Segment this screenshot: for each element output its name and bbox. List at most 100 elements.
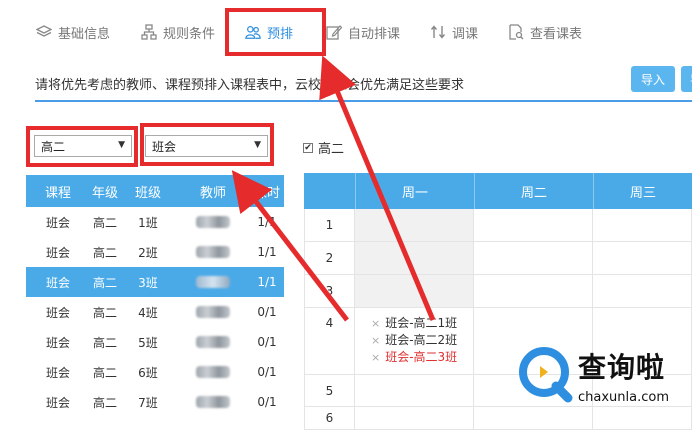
period-row: 3 [304,275,692,308]
watermark-logo: 查询啦 chaxunla.com [516,342,692,412]
cell-class: 5班 [138,335,158,350]
cell-class: 1班 [138,215,158,230]
entry-text: 班会-高二2班 [385,333,458,347]
cell-grade: 高二 [92,335,117,350]
schedule-cell[interactable] [474,242,593,274]
schedule-cell[interactable] [474,209,593,241]
tab-basic-info[interactable]: 基础信息 [36,20,110,44]
schedule-cell[interactable]: × 班会-高二1班 × 班会-高二2班 × 班会-高二3班 [355,308,474,374]
schedule-cell[interactable] [355,275,474,307]
cell-grade: 高二 [92,245,117,260]
course-select-highlight [140,123,274,166]
cell-teacher [176,246,250,258]
schedule-cell[interactable] [593,275,692,307]
blurred-teacher-name [196,336,230,348]
description-bar: 请将优先考虑的教师、课程预排入课程表中，云校排课会优先满足这些要求 导入 导 [35,62,692,102]
cell-grade: 高二 [92,305,117,320]
cell-course: 班会 [45,305,70,320]
cell-hours: 1/1 [257,245,277,259]
period-row: 1 [304,209,692,242]
cell-hours: 1/1 [257,215,277,229]
scheduled-entries: × 班会-高二1班 × 班会-高二2班 × 班会-高二3班 [371,315,457,366]
day-header-wed: 周三 [593,173,692,209]
cell-teacher [176,366,250,378]
tab-label: 基础信息 [58,26,111,42]
remove-icon[interactable]: × [371,315,380,332]
sitemap-icon [141,24,157,40]
table-row[interactable]: 班会 高二 6班 0/1 [26,357,284,387]
cell-hours: 0/1 [257,395,277,409]
blurred-teacher-name [196,396,230,408]
cell-class: 6班 [138,365,158,380]
blurred-teacher-name [196,246,230,258]
cell-class: 2班 [138,245,158,260]
header-hours: 课时 [253,185,280,201]
scheduled-entry: × 班会-高二2班 [371,332,457,349]
table-row[interactable]: 班会 高二 5班 0/1 [26,327,284,357]
cell-hours: 0/1 [257,335,277,349]
checkbox-label: 高二 [318,142,345,157]
header-course: 课程 [44,185,71,201]
table-row[interactable]: 班会 高二 4班 0/1 [26,297,284,327]
watermark-text-cn: 查询啦 [578,351,666,384]
search-q-logo-icon [519,347,573,403]
header-teacher: 教师 [199,185,226,201]
cell-grade: 高二 [92,275,117,290]
schedule-cell[interactable] [593,242,692,274]
checkbox-checked-icon[interactable]: ✔ [303,142,313,153]
tab-view-schedule[interactable]: 查看课表 [508,20,582,44]
blurred-teacher-name [196,366,230,378]
cell-class: 3班 [138,275,158,290]
tab-auto-schedule[interactable]: 自动排课 [326,20,400,44]
tab-label: 规则条件 [163,26,216,42]
cell-course: 班会 [45,395,70,410]
table-row[interactable]: 班会 高二 1班 1/1 [26,207,284,237]
header-class: 班级 [134,185,161,201]
schedule-cell[interactable] [474,275,593,307]
tab-label: 查看课表 [530,26,583,42]
schedule-cell[interactable] [593,209,692,241]
cell-course: 班会 [45,245,70,260]
tab-rules[interactable]: 规则条件 [141,20,215,44]
cell-hours: 0/1 [257,365,277,379]
entry-text: 班会-高二3班 [385,350,458,364]
table-row[interactable]: 班会 高二 7班 0/1 [26,387,284,417]
cell-course: 班会 [45,335,70,350]
grade-checkbox[interactable]: ✔ 高二 [303,138,344,157]
tab-bar: 基础信息 规则条件 预排 自动排课 调课 查看课表 [0,0,692,62]
cell-teacher [176,276,250,288]
remove-icon[interactable]: × [371,332,380,349]
edit-icon [326,24,342,40]
tab-label: 自动排课 [348,26,401,42]
period-number: 1 [304,209,355,241]
table-row-selected[interactable]: 班会 高二 3班 1/1 [26,267,284,297]
day-header-mon: 周一 [355,173,474,209]
remove-icon[interactable]: × [371,349,380,366]
swap-icon [430,24,446,40]
blurred-teacher-name [196,216,230,228]
grade-select-highlight [26,126,138,167]
search-doc-icon [508,24,524,40]
schedule-cell[interactable] [355,407,474,429]
period-number: 3 [304,275,355,307]
schedule-header: 周一 周二 周三 [304,173,692,209]
course-table: 课程 年级 班级 教师 课时 班会 高二 1班 1/1 班会 高二 2班 1/1… [26,175,284,417]
table-row[interactable]: 班会 高二 2班 1/1 [26,237,284,267]
schedule-cell[interactable] [355,209,474,241]
schedule-cell[interactable] [355,375,474,406]
import-button[interactable]: 导入 [631,66,675,92]
blurred-teacher-name [196,276,230,288]
tab-adjust[interactable]: 调课 [430,20,478,44]
cell-teacher [176,396,250,408]
cell-class: 7班 [138,395,158,410]
description-text: 请将优先考虑的教师、课程预排入课程表中，云校排课会优先满足这些要求 [35,78,465,93]
tab-label: 调课 [452,26,479,42]
cell-course: 班会 [45,275,70,290]
export-button[interactable]: 导 [681,66,692,92]
period-number: 4 [304,308,355,374]
cell-grade: 高二 [92,395,117,410]
scheduled-entry-new: × 班会-高二3班 [371,349,457,366]
period-number: 6 [304,407,355,429]
schedule-cell[interactable] [355,242,474,274]
day-header-tue: 周二 [474,173,593,209]
